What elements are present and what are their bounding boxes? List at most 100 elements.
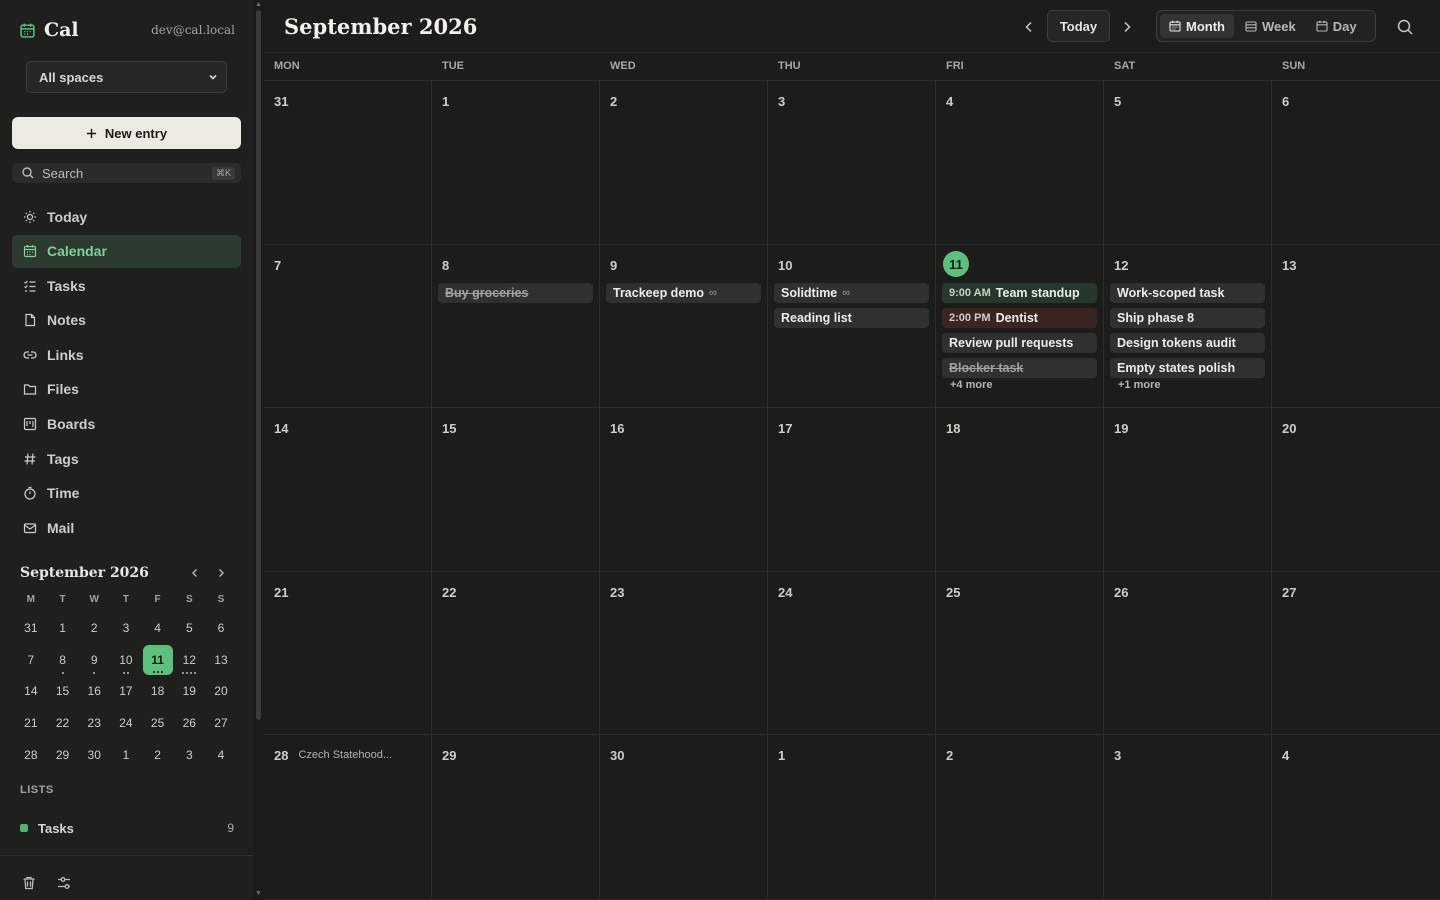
day-cell[interactable]: 25 xyxy=(936,572,1104,735)
day-cell[interactable]: 17 xyxy=(768,408,936,572)
mini-day[interactable]: 2 xyxy=(142,739,174,771)
event-chip[interactable]: Work-scoped task xyxy=(1110,283,1265,303)
day-cell[interactable]: 18 xyxy=(936,408,1104,572)
mini-day[interactable]: 15 xyxy=(47,676,79,708)
nav-item-boards[interactable]: Boards xyxy=(12,408,241,441)
mini-day[interactable]: 17 xyxy=(110,676,142,708)
mini-day[interactable]: 2 xyxy=(78,612,110,644)
list-item-tasks[interactable]: Tasks 9 xyxy=(20,820,234,836)
event-chip[interactable]: Solidtime ∞ xyxy=(774,283,929,303)
nav-item-tasks[interactable]: Tasks xyxy=(12,269,241,302)
day-cell[interactable]: 26 xyxy=(1104,572,1272,735)
day-cell[interactable]: 23 xyxy=(600,572,768,735)
mini-day[interactable]: 3 xyxy=(110,612,142,644)
event-chip[interactable]: Trackeep demo ∞ xyxy=(606,283,761,303)
nav-item-mail[interactable]: Mail xyxy=(12,511,241,544)
settings-sliders-icon[interactable] xyxy=(56,875,72,891)
mini-day[interactable]: 14 xyxy=(15,676,47,708)
chevron-left-icon[interactable] xyxy=(188,566,202,580)
event-chip[interactable]: Design tokens audit xyxy=(1110,333,1265,353)
day-cell[interactable]: 12 Work-scoped task Ship phase 8 Design tok… xyxy=(1104,245,1272,408)
event-chip[interactable]: Empty states polish xyxy=(1110,358,1265,378)
day-cell[interactable]: 21 xyxy=(264,572,432,735)
day-cell[interactable]: 7 xyxy=(264,245,432,408)
event-chip[interactable]: Review pull requests xyxy=(942,333,1097,353)
more-events-link[interactable]: +1 more xyxy=(1110,379,1265,391)
account-email[interactable]: dev@cal.local xyxy=(151,23,235,37)
day-cell[interactable]: 14 xyxy=(264,408,432,572)
day-cell[interactable]: 30 xyxy=(600,735,768,900)
nav-item-today[interactable]: Today xyxy=(12,200,241,233)
day-cell[interactable]: 3 xyxy=(768,81,936,245)
trash-icon[interactable] xyxy=(21,875,37,891)
event-chip[interactable]: Blocker task xyxy=(942,358,1097,378)
day-cell[interactable]: 1 xyxy=(768,735,936,900)
event-chip[interactable]: Ship phase 8 xyxy=(1110,308,1265,328)
mini-day[interactable]: 28 xyxy=(15,739,47,771)
day-cell[interactable]: 15 xyxy=(432,408,600,572)
mini-day[interactable]: 3 xyxy=(173,739,205,771)
mini-day[interactable]: 4 xyxy=(205,739,237,771)
day-cell[interactable]: 9 Trackeep demo ∞ xyxy=(600,245,768,408)
day-cell[interactable]: 27 xyxy=(1272,572,1440,735)
mini-day[interactable]: 27 xyxy=(205,707,237,739)
more-events-link[interactable]: +4 more xyxy=(942,379,1097,391)
event-chip[interactable]: 9:00 AM Team standup xyxy=(942,283,1097,303)
day-cell[interactable]: 29 xyxy=(432,735,600,900)
mini-day[interactable]: 24 xyxy=(110,707,142,739)
mini-day[interactable]: 22 xyxy=(47,707,79,739)
nav-item-time[interactable]: Time xyxy=(12,477,241,510)
search-icon[interactable] xyxy=(1396,18,1414,36)
mini-day[interactable]: 26 xyxy=(173,707,205,739)
mini-day[interactable]: 30 xyxy=(78,739,110,771)
event-chip[interactable]: 2:00 PM Dentist xyxy=(942,308,1097,328)
new-entry-button[interactable]: New entry xyxy=(12,117,241,149)
day-cell[interactable]: 3 xyxy=(1104,735,1272,900)
day-cell[interactable]: 20 xyxy=(1272,408,1440,572)
nav-item-links[interactable]: Links xyxy=(12,338,241,371)
view-month-button[interactable]: Month xyxy=(1160,14,1234,38)
mini-day[interactable]: 12 xyxy=(173,644,205,676)
space-select[interactable]: All spaces xyxy=(26,61,227,93)
mini-day[interactable]: 1 xyxy=(47,612,79,644)
scroll-up-icon[interactable]: ▲ xyxy=(255,1,262,8)
mini-day[interactable]: 4 xyxy=(142,612,174,644)
brand[interactable]: Cal xyxy=(19,18,79,42)
mini-day[interactable]: 21 xyxy=(15,707,47,739)
mini-day[interactable]: 29 xyxy=(47,739,79,771)
mini-day[interactable]: 19 xyxy=(173,676,205,708)
nav-item-notes[interactable]: Notes xyxy=(12,304,241,337)
mini-day-today[interactable]: 11 xyxy=(142,644,174,676)
day-cell[interactable]: 19 xyxy=(1104,408,1272,572)
mini-day[interactable]: 8 xyxy=(47,644,79,676)
search-input[interactable]: Search ⌘K xyxy=(12,163,241,183)
view-day-button[interactable]: Day xyxy=(1307,14,1366,38)
day-cell[interactable]: 24 xyxy=(768,572,936,735)
day-cell[interactable]: 22 xyxy=(432,572,600,735)
mini-day[interactable]: 16 xyxy=(78,676,110,708)
mini-day[interactable]: 18 xyxy=(142,676,174,708)
day-cell[interactable]: 11 9:00 AM Team standup 2:00 PM Dentist Revie… xyxy=(936,245,1104,408)
prev-month-icon[interactable] xyxy=(1020,18,1038,36)
mini-day[interactable]: 7 xyxy=(15,644,47,676)
day-cell[interactable]: 4 xyxy=(936,81,1104,245)
mini-day[interactable]: 10 xyxy=(110,644,142,676)
nav-item-calendar[interactable]: Calendar xyxy=(12,234,241,268)
chevron-right-icon[interactable] xyxy=(214,566,228,580)
day-cell[interactable]: 16 xyxy=(600,408,768,572)
next-month-icon[interactable] xyxy=(1118,18,1136,36)
event-chip[interactable]: Buy groceries xyxy=(438,283,593,303)
sidebar-scrollbar[interactable]: ▲ ▼ xyxy=(253,0,264,900)
day-cell[interactable]: 31 xyxy=(264,81,432,245)
mini-day[interactable]: 13 xyxy=(205,644,237,676)
mini-day[interactable]: 25 xyxy=(142,707,174,739)
day-cell[interactable]: 2 xyxy=(600,81,768,245)
view-week-button[interactable]: Week xyxy=(1236,14,1305,38)
event-chip[interactable]: Reading list xyxy=(774,308,929,328)
today-button[interactable]: Today xyxy=(1047,10,1110,42)
mini-day[interactable]: 9 xyxy=(78,644,110,676)
mini-day[interactable]: 31 xyxy=(15,612,47,644)
day-cell[interactable]: 1 xyxy=(432,81,600,245)
day-cell[interactable]: 2 xyxy=(936,735,1104,900)
scroll-down-icon[interactable]: ▼ xyxy=(255,890,262,897)
